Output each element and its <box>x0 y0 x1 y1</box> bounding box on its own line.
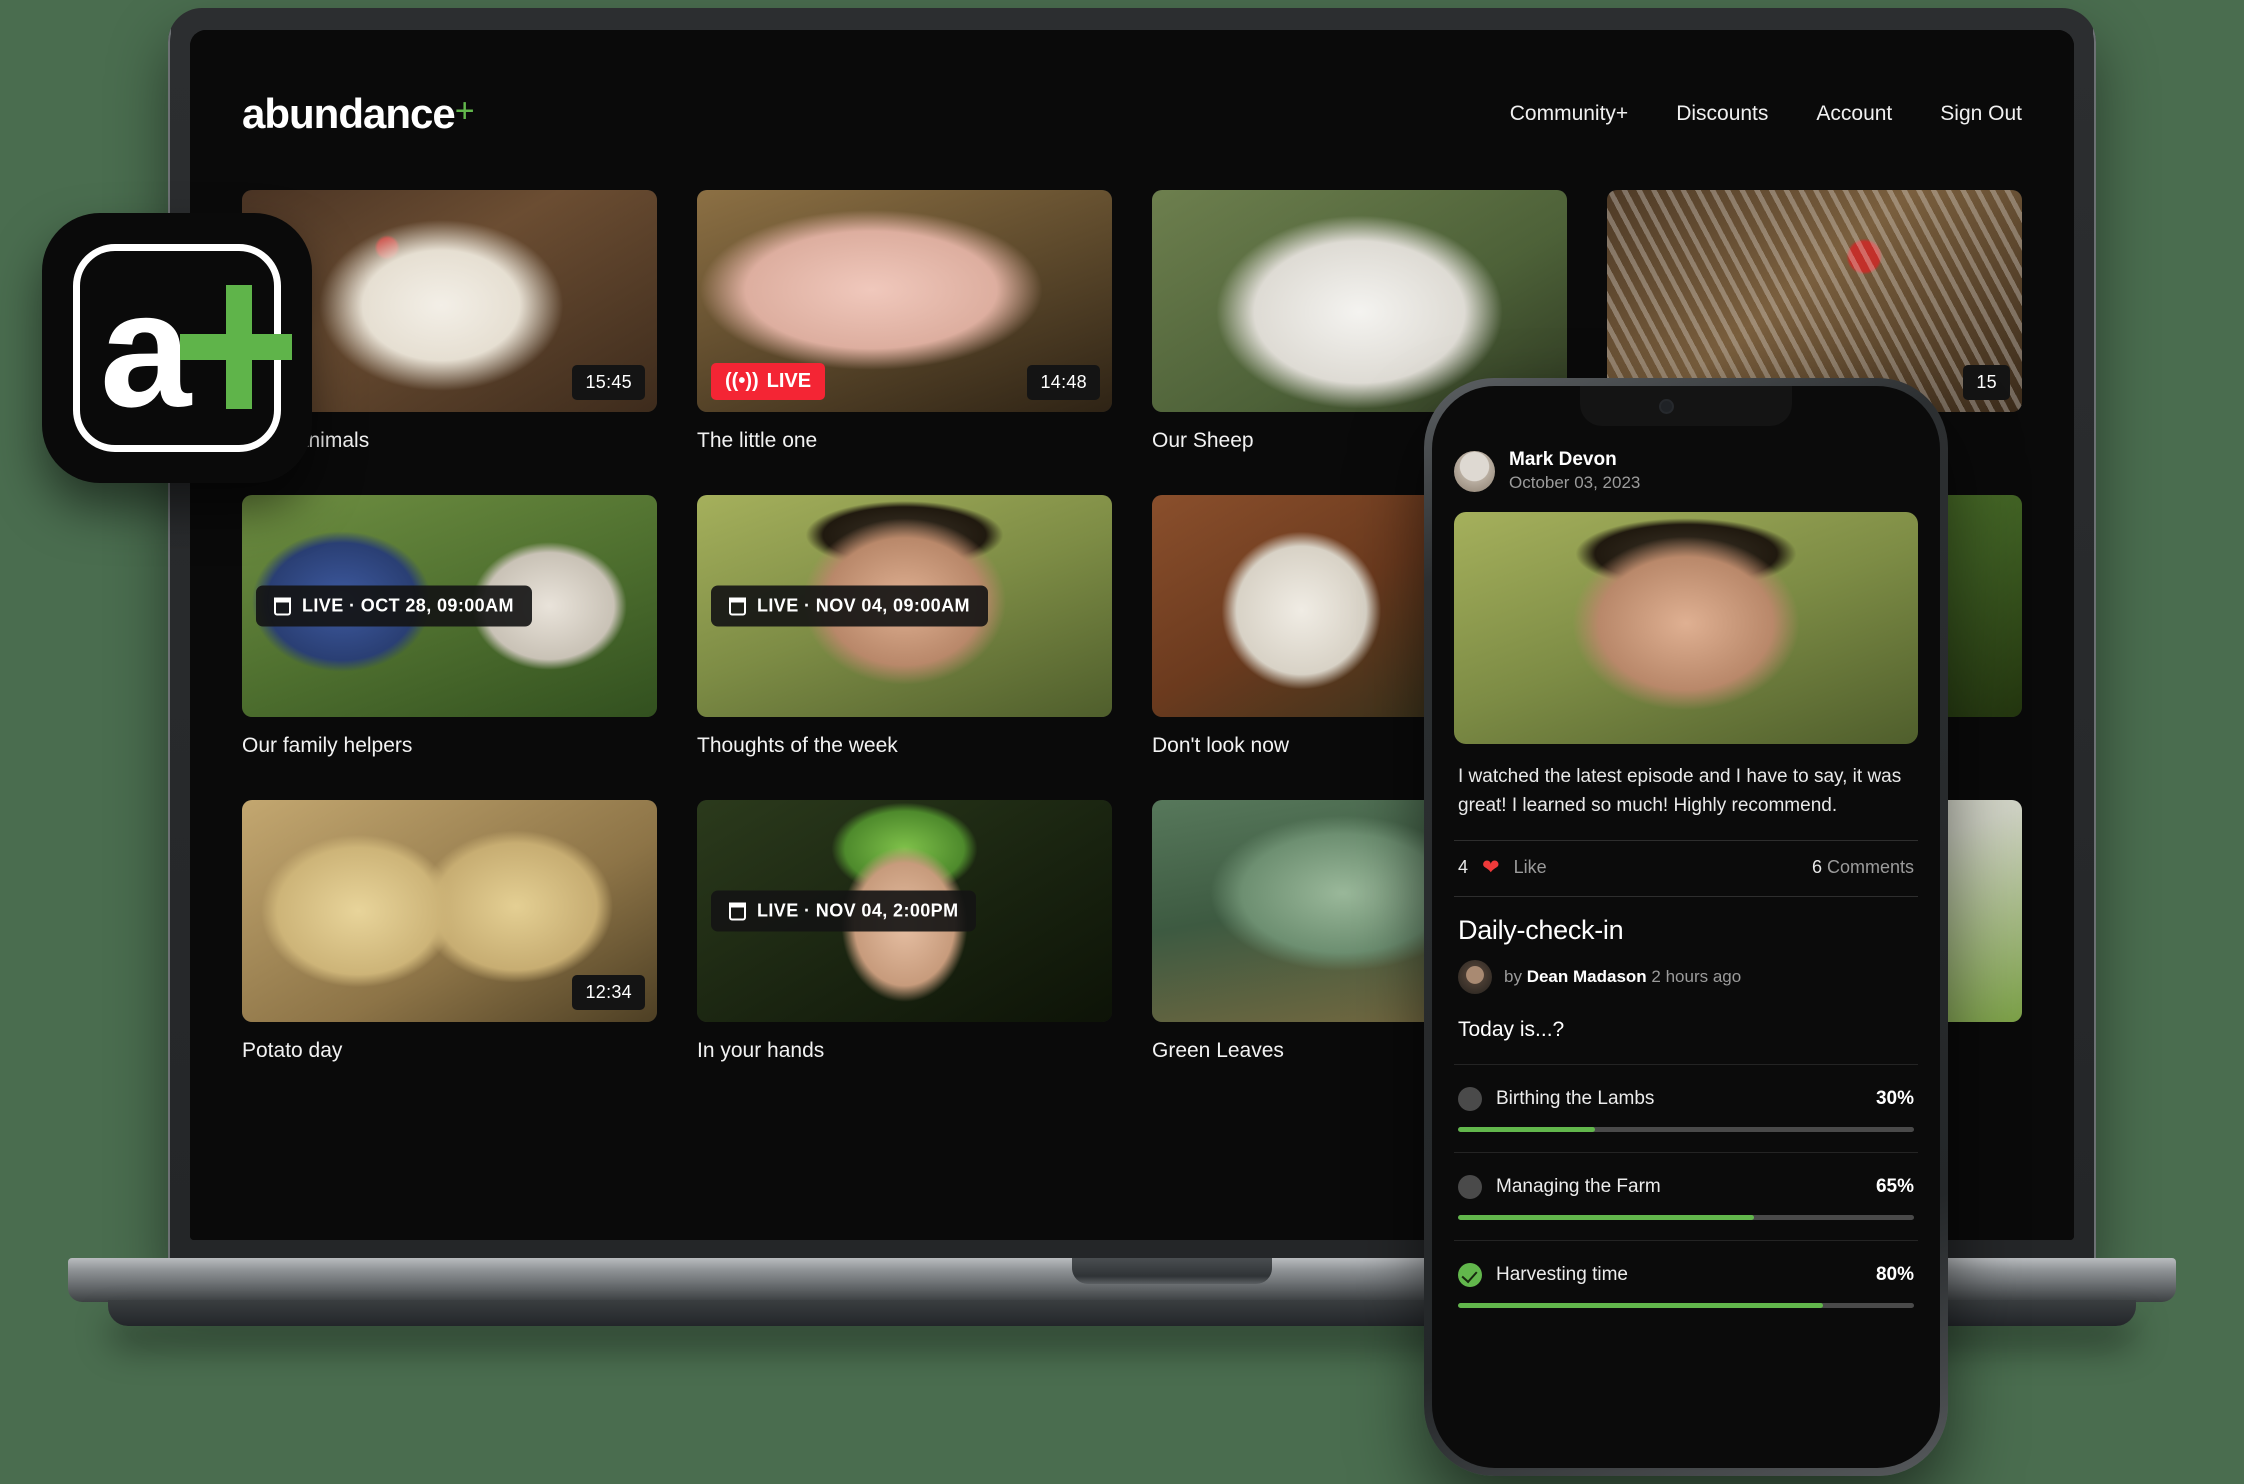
schedule-badge: LIVE · NOV 04, 2:00PM <box>711 890 977 932</box>
phone-mockup: Mark Devon October 03, 2023 I watched th… <box>1424 378 1948 1476</box>
comments-count: 6 <box>1811 857 1822 878</box>
video-thumbnail[interactable]: 12:34 <box>242 800 657 1022</box>
check-circle-icon[interactable] <box>1458 1263 1482 1288</box>
phone-screen: Mark Devon October 03, 2023 I watched th… <box>1432 386 1940 1468</box>
poll-progress-bar <box>1458 1127 1914 1133</box>
duration-badge: 15:45 <box>572 365 645 400</box>
poll-option-percent: 65% <box>1875 1176 1914 1198</box>
poll-option[interactable]: Managing the Farm 65% <box>1454 1152 1918 1240</box>
video-card[interactable]: LIVE · OCT 28, 09:00AM Our family helpers <box>242 495 657 758</box>
duration-badge: 12:34 <box>572 975 645 1010</box>
schedule-badge: LIVE · OCT 28, 09:00AM <box>256 585 532 627</box>
app-icon-letter: a <box>100 258 192 441</box>
video-title: The little one <box>697 429 818 452</box>
avatar[interactable] <box>1458 960 1492 995</box>
laptop-hinge-notch <box>1072 1258 1272 1284</box>
radio-icon[interactable] <box>1458 1087 1482 1112</box>
poll-option-label: Managing the Farm <box>1496 1176 1661 1198</box>
duration-badge: 14:48 <box>1027 365 1100 400</box>
checkin-time-ago: 2 hours ago <box>1651 967 1742 987</box>
video-title: In your hands <box>697 1039 825 1062</box>
brand-plus-icon: + <box>454 92 475 130</box>
byline-prefix: by <box>1504 967 1522 987</box>
schedule-badge-label: LIVE · NOV 04, 2:00PM <box>757 900 959 921</box>
broadcast-icon: ((•)) <box>725 370 759 392</box>
post-author: Mark Devon <box>1509 449 1617 470</box>
poll-option-percent: 80% <box>1875 1264 1914 1286</box>
poll-option-label: Harvesting time <box>1496 1264 1628 1286</box>
schedule-badge-label: LIVE · OCT 28, 09:00AM <box>302 595 514 616</box>
poll-option-label: Birthing the Lambs <box>1496 1088 1655 1110</box>
brand-logo[interactable]: abundance + <box>242 90 475 138</box>
app-icon-plus-icon-bar <box>180 334 292 360</box>
poll-option-percent: 30% <box>1875 1088 1914 1110</box>
radio-icon[interactable] <box>1458 1175 1482 1200</box>
video-card[interactable]: LIVE · NOV 04, 09:00AM Thoughts of the we… <box>697 495 1112 758</box>
like-button[interactable]: Like <box>1514 857 1547 878</box>
app-icon-badge[interactable]: a <box>42 213 312 483</box>
video-card[interactable]: LIVE · NOV 04, 2:00PM In your hands <box>697 800 1112 1063</box>
poll-option[interactable]: Birthing the Lambs 30% <box>1454 1064 1918 1152</box>
video-title: Our family helpers <box>242 734 413 757</box>
calendar-icon <box>274 597 291 615</box>
phone-notch <box>1580 386 1792 426</box>
checkin-author[interactable]: Dean Madason <box>1527 967 1647 986</box>
poll-progress-fill <box>1458 1127 1595 1133</box>
post-text: I watched the latest episode and I have … <box>1458 765 1902 816</box>
avatar[interactable] <box>1454 450 1495 492</box>
poll-progress-bar <box>1458 1215 1914 1221</box>
poll-progress-fill <box>1458 1215 1755 1221</box>
calendar-icon <box>729 597 746 615</box>
post-header: Mark Devon October 03, 2023 <box>1454 448 1918 495</box>
calendar-icon <box>729 902 746 920</box>
schedule-badge: LIVE · NOV 04, 09:00AM <box>711 585 988 627</box>
video-card[interactable]: 12:34 Potato day <box>242 800 657 1063</box>
live-badge: ((•)) LIVE <box>711 363 826 400</box>
brand-name: abundance <box>242 90 456 137</box>
phone-app-content: Mark Devon October 03, 2023 I watched th… <box>1432 386 1940 1328</box>
video-thumbnail[interactable]: LIVE · NOV 04, 2:00PM <box>697 800 1112 1022</box>
video-thumbnail[interactable]: LIVE · NOV 04, 09:00AM <box>697 495 1112 717</box>
poll-options: Birthing the Lambs 30% Managing the Farm 65… <box>1454 1064 1918 1328</box>
heart-icon[interactable]: ❤ <box>1482 857 1500 878</box>
checkin-title: Daily-check-in <box>1458 915 1624 946</box>
site-header: abundance + Community+ Discounts Account … <box>242 90 2022 138</box>
poll-progress-bar <box>1458 1303 1914 1309</box>
like-count: 4 <box>1458 857 1469 878</box>
post-date: October 03, 2023 <box>1509 472 1641 492</box>
video-title: Thoughts of the week <box>697 734 898 757</box>
nav-item-discounts[interactable]: Discounts <box>1676 102 1768 126</box>
app-icon-frame: a <box>73 244 292 452</box>
post-image[interactable] <box>1454 511 1918 744</box>
poll-question: Today is...? <box>1458 1018 1565 1042</box>
front-camera-icon <box>1658 398 1674 414</box>
post-actions: 4 ❤ Like 6 Comments <box>1454 841 1918 896</box>
nav-item-community[interactable]: Community+ <box>1510 102 1628 126</box>
poll-progress-fill <box>1458 1303 1823 1309</box>
video-thumbnail[interactable]: LIVE · OCT 28, 09:00AM <box>242 495 657 717</box>
video-card[interactable]: ((•)) LIVE 14:48 The little one <box>697 190 1112 453</box>
live-badge-label: LIVE <box>766 370 812 392</box>
duration-badge: 15 <box>1963 365 2010 400</box>
video-thumbnail[interactable]: ((•)) LIVE 14:48 <box>697 190 1112 412</box>
video-title: Potato day <box>242 1039 343 1062</box>
nav-item-account[interactable]: Account <box>1816 102 1892 126</box>
schedule-badge-label: LIVE · NOV 04, 09:00AM <box>757 595 970 616</box>
comments-label: Comments <box>1826 857 1914 878</box>
main-nav: Community+ Discounts Account Sign Out <box>1510 102 2022 126</box>
comments-button[interactable]: 6 Comments <box>1812 857 1914 878</box>
checkin-byline: by Dean Madason 2 hours ago <box>1454 960 1918 1014</box>
nav-item-sign-out[interactable]: Sign Out <box>1940 102 2022 126</box>
poll-option[interactable]: Harvesting time 80% <box>1454 1240 1918 1328</box>
